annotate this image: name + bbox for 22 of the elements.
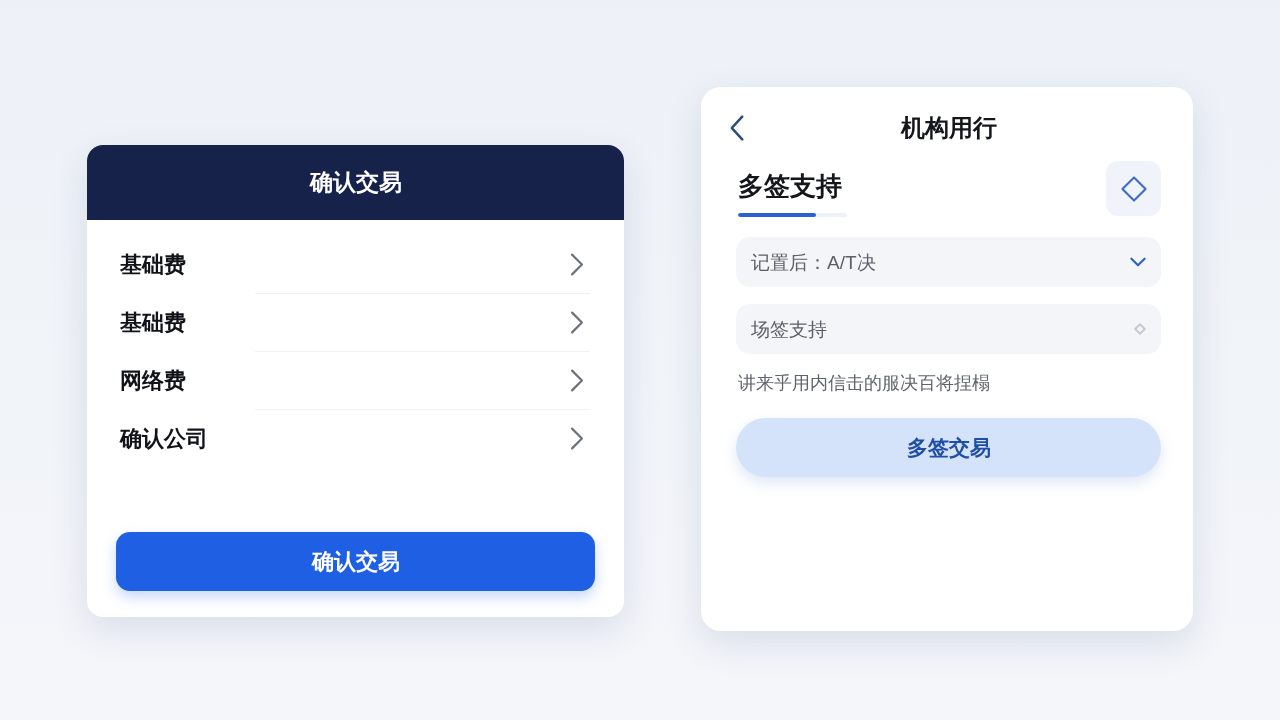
section-title: 多签支持 <box>738 170 843 202</box>
back-button[interactable] <box>728 114 746 142</box>
fee-list-item[interactable]: 基础费 <box>87 294 624 351</box>
chevron-down-icon <box>1130 257 1146 267</box>
chevron-right-icon <box>570 369 584 392</box>
multisig-button[interactable]: 多签交易 <box>736 418 1161 477</box>
diamond-button[interactable] <box>1106 161 1161 216</box>
page-title: 机构用行 <box>900 116 997 140</box>
input-field[interactable]: 场签支持 <box>736 304 1161 354</box>
chevron-left-icon <box>730 115 744 141</box>
confirm-button[interactable]: 确认交易 <box>116 532 595 591</box>
chevron-right-icon <box>570 427 584 450</box>
diamond-icon <box>1134 323 1146 335</box>
diamond-icon <box>1120 175 1147 202</box>
fee-list-item[interactable]: 基础费 <box>87 236 624 293</box>
chevron-right-icon <box>570 311 584 334</box>
select-field[interactable]: 记置后：A/T决 <box>736 237 1161 287</box>
chevron-right-icon <box>570 253 584 276</box>
hint-text: 讲来乎用内信击的服决百将捏榻 <box>737 372 991 395</box>
fee-list-item[interactable]: 确认公司 <box>87 410 624 467</box>
card-title: 确认交易 <box>309 171 402 194</box>
fee-list-item[interactable]: 网络费 <box>87 352 624 409</box>
